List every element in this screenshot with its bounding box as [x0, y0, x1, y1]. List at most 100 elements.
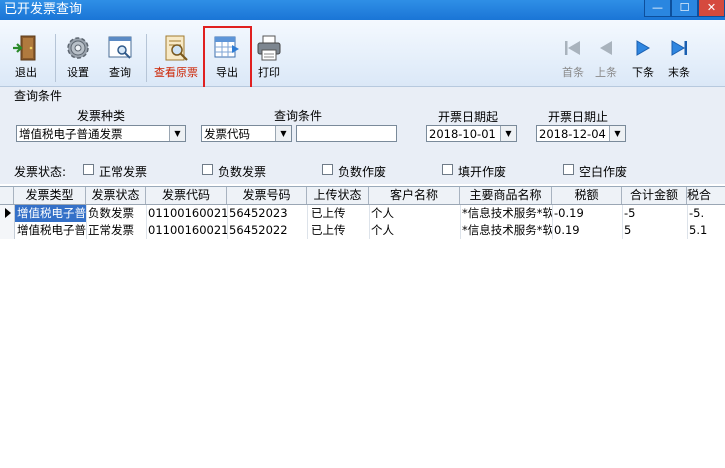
window-title: 已开发票查询 — [4, 2, 83, 17]
condition-value: 发票代码 — [204, 127, 250, 141]
col-tax-total[interactable]: 税合 — [687, 187, 725, 204]
status-negative-checkbox[interactable] — [202, 164, 213, 175]
status-negative-label: 负数发票 — [218, 165, 267, 179]
col-total-amount[interactable]: 合计金额 — [622, 187, 687, 204]
table-header: 发票类型 发票状态 发票代码 发票号码 上传状态 客户名称 主要商品名称 税额 … — [0, 187, 725, 205]
condition-label: 查询条件 — [274, 109, 323, 123]
cell-invoice-code[interactable]: 011001600211 — [146, 205, 227, 222]
grid-line — [146, 205, 147, 239]
condition-select[interactable]: 发票代码 ▼ — [201, 125, 292, 142]
col-invoice-status[interactable]: 发票状态 — [86, 187, 146, 204]
date-from-label: 开票日期起 — [438, 110, 499, 124]
print-label: 打印 — [258, 66, 280, 79]
next-icon — [636, 40, 650, 56]
toolbar-separator — [55, 34, 56, 82]
status-normal-label: 正常发票 — [99, 165, 148, 179]
col-customer-name[interactable]: 客户名称 — [369, 187, 460, 204]
condition-input[interactable] — [296, 125, 397, 142]
col-main-goods[interactable]: 主要商品名称 — [460, 187, 552, 204]
cell-customer-name[interactable]: 个人 — [369, 222, 460, 239]
date-from-picker[interactable]: 2018-10-01 ▼ — [426, 125, 517, 142]
cell-tax-amount[interactable]: 0.19 — [552, 222, 622, 239]
table-row[interactable]: 增值税电子普 负数发票 011001600211 56452023 已上传 个人… — [0, 205, 725, 222]
cell-invoice-status[interactable]: 正常发票 — [86, 222, 146, 239]
invoice-type-select[interactable]: 增值税电子普通发票 ▼ — [16, 125, 186, 142]
row-header-corner — [0, 187, 14, 204]
query-button[interactable]: 查询 — [100, 33, 140, 85]
invoice-type-label: 发票种类 — [77, 109, 126, 123]
cell-total-amount[interactable]: -5 — [622, 205, 687, 222]
status-blank-void-label: 空白作废 — [579, 165, 628, 179]
cell-invoice-number[interactable]: 56452023 — [227, 205, 307, 222]
cell-invoice-type[interactable]: 增值税电子普 — [15, 222, 86, 239]
status-normal-checkbox[interactable] — [83, 164, 94, 175]
row-header[interactable] — [0, 222, 15, 239]
exit-label: 退出 — [15, 66, 37, 79]
printer-icon — [257, 35, 281, 61]
invoice-type-value: 增值税电子普通发票 — [19, 127, 123, 141]
cell-invoice-number[interactable]: 56452022 — [227, 222, 307, 239]
settings-button[interactable]: 设置 — [58, 33, 98, 85]
minimize-button[interactable]: — — [644, 0, 671, 17]
status-negative-void-checkbox[interactable] — [322, 164, 333, 175]
cell-tax-total[interactable]: 5.1 — [687, 222, 725, 239]
invoice-table: 发票类型 发票状态 发票代码 发票号码 上传状态 客户名称 主要商品名称 税额 … — [0, 186, 725, 468]
cell-invoice-code[interactable]: 011001600211 — [146, 222, 227, 239]
col-upload-status[interactable]: 上传状态 — [307, 187, 369, 204]
query-legend: 查询条件 — [14, 89, 63, 103]
close-button[interactable]: ✕ — [698, 0, 725, 17]
cell-tax-amount[interactable]: -0.19 — [552, 205, 622, 222]
chevron-down-icon[interactable]: ▼ — [169, 126, 185, 141]
status-blank-void-checkbox[interactable] — [563, 164, 574, 175]
first-icon — [565, 41, 580, 55]
cell-total-amount[interactable]: 5 — [622, 222, 687, 239]
query-panel: 查询条件 发票种类 增值税电子普通发票 ▼ 查询条件 发票代码 ▼ 开票日期起 … — [0, 87, 725, 184]
cell-customer-name[interactable]: 个人 — [369, 205, 460, 222]
cell-invoice-status[interactable]: 负数发票 — [86, 205, 146, 222]
next-record-label: 下条 — [632, 66, 654, 79]
date-to-label: 开票日期止 — [548, 110, 609, 124]
grid-line — [622, 205, 623, 239]
date-from-value: 2018-10-01 — [429, 127, 496, 141]
chevron-down-icon[interactable]: ▼ — [500, 126, 516, 141]
prev-record-button[interactable]: 上条 — [586, 33, 626, 85]
view-original-button[interactable]: 查看原票 — [153, 33, 199, 85]
title-bar: 已开发票查询 — ☐ ✕ — [0, 0, 725, 20]
row-header[interactable] — [0, 205, 15, 222]
col-invoice-type[interactable]: 发票类型 — [14, 187, 86, 204]
print-button[interactable]: 打印 — [249, 33, 289, 85]
gear-icon — [67, 37, 89, 59]
last-record-label: 末条 — [668, 66, 690, 79]
date-to-value: 2018-12-04 — [539, 127, 606, 141]
next-record-button[interactable]: 下条 — [623, 33, 663, 85]
toolbar: 退出 设置 查询 查看原票 导出 打印 首条 上条 下条 末条 — [0, 20, 725, 87]
cell-main-goods[interactable]: *信息技术服务*软 — [460, 205, 552, 222]
grid-line — [460, 205, 461, 239]
search-document-icon — [108, 36, 132, 59]
col-tax-amount[interactable]: 税额 — [552, 187, 622, 204]
maximize-button[interactable]: ☐ — [671, 0, 698, 17]
cell-upload-status[interactable]: 已上传 — [309, 222, 369, 239]
settings-label: 设置 — [67, 66, 89, 79]
cell-upload-status[interactable]: 已上传 — [309, 205, 369, 222]
status-issued-void-checkbox[interactable] — [442, 164, 453, 175]
magnifier-invoice-icon — [165, 35, 188, 61]
last-record-button[interactable]: 末条 — [659, 33, 699, 85]
current-row-marker-icon — [5, 208, 11, 218]
col-invoice-code[interactable]: 发票代码 — [146, 187, 227, 204]
chevron-down-icon[interactable]: ▼ — [609, 126, 625, 141]
grid-line — [307, 205, 308, 239]
chevron-down-icon[interactable]: ▼ — [275, 126, 291, 141]
table-row[interactable]: 增值税电子普 正常发票 011001600211 56452022 已上传 个人… — [0, 222, 725, 239]
date-to-picker[interactable]: 2018-12-04 ▼ — [536, 125, 626, 142]
cell-invoice-type[interactable]: 增值税电子普 — [15, 205, 86, 222]
status-label: 发票状态: — [14, 165, 67, 179]
cell-tax-total[interactable]: -5. — [687, 205, 725, 222]
col-invoice-number[interactable]: 发票号码 — [227, 187, 307, 204]
exit-door-icon — [13, 35, 36, 61]
grid-line — [369, 205, 370, 239]
grid-line — [552, 205, 553, 239]
cell-main-goods[interactable]: *信息技术服务*软 — [460, 222, 552, 239]
prev-icon — [600, 41, 612, 55]
exit-button[interactable]: 退出 — [6, 33, 46, 85]
